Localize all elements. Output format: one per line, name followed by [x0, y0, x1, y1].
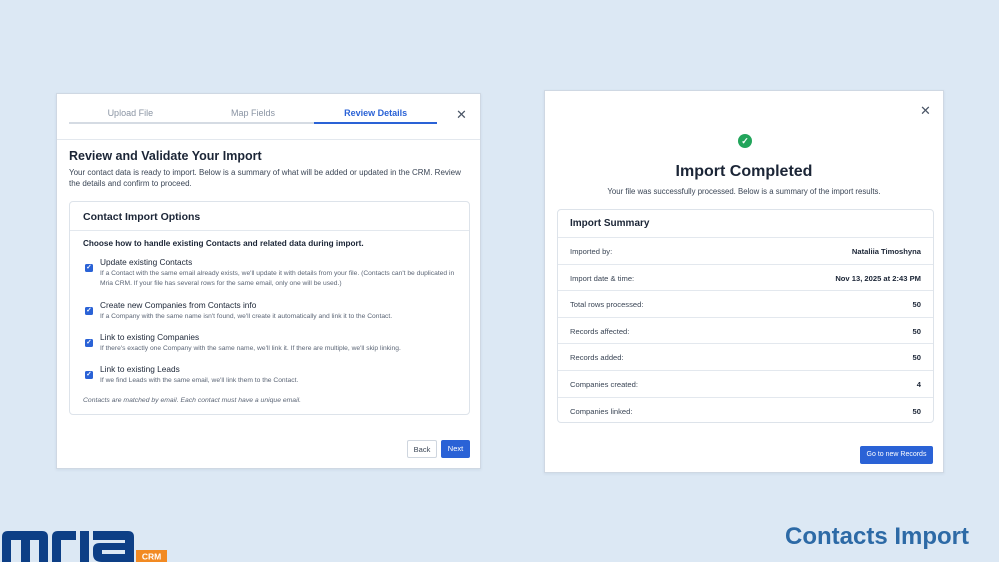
success-check-icon: ✓: [738, 134, 752, 148]
summary-value: Nataliia Timoshyna: [851, 247, 921, 256]
options-card-title: Contact Import Options: [83, 211, 201, 223]
option-label: Link to existing Leads: [100, 364, 180, 374]
import-summary-card: Import Summary Imported by: Nataliia Tim…: [557, 209, 934, 423]
option-label: Update existing Contacts: [100, 257, 193, 267]
tab-upload-file[interactable]: Upload File: [69, 102, 192, 124]
next-button[interactable]: Next: [441, 440, 470, 458]
page-description: Your contact data is ready to import. Be…: [69, 168, 461, 188]
summary-value: 50: [912, 406, 921, 416]
summary-row: Records affected: 50: [558, 316, 933, 344]
close-icon[interactable]: ✕: [920, 104, 931, 117]
summary-value: Nov 13, 2025 at 2:43 PM: [835, 273, 921, 283]
option-help: If there's exactly one Company with the …: [100, 345, 401, 352]
summary-value: 50: [912, 326, 921, 336]
completed-title: Import Completed: [675, 163, 813, 180]
option-help: If a Company with the same name isn't fo…: [100, 313, 393, 320]
page-title: Review and Validate Your Import: [69, 149, 262, 163]
summary-label: Companies linked:: [570, 406, 633, 416]
summary-label: Imported by:: [570, 247, 613, 256]
summary-label: Total rows processed:: [570, 300, 644, 310]
check-icon[interactable]: ✓: [85, 371, 93, 379]
summary-value: 50: [912, 353, 921, 363]
option-help: If we find Leads with the same email, we…: [100, 377, 299, 384]
options-subtitle: Choose how to handle existing Contacts a…: [83, 239, 364, 248]
footer-title: Contacts Import: [784, 523, 969, 550]
summary-row: Companies created: 4: [558, 370, 933, 397]
check-icon[interactable]: ✓: [85, 339, 93, 347]
summary-label: Records affected:: [570, 326, 630, 336]
option-help: If a Contact with the same email already…: [100, 270, 455, 287]
crm-badge-text: CRM: [142, 552, 161, 562]
stepper-tabs: Upload File Map Fields Review Details: [69, 102, 438, 124]
tab-map-fields[interactable]: Map Fields: [191, 102, 315, 124]
summary-value: 50: [912, 300, 921, 310]
import-completed-modal: ✕ ✓ Import Completed Your file was succe…: [544, 90, 944, 473]
summary-label: Records added:: [570, 353, 624, 363]
completed-description: Your file was successfully processed. Be…: [607, 187, 881, 196]
import-review-modal: Upload File Map Fields Review Details ✕ …: [56, 93, 481, 469]
summary-label: Import date & time:: [570, 273, 635, 283]
summary-row: Imported by: Nataliia Timoshyna: [558, 237, 933, 264]
option-label: Link to existing Companies: [100, 332, 200, 342]
summary-row: Companies linked: 50: [558, 396, 933, 424]
check-icon[interactable]: ✓: [85, 264, 93, 272]
summary-title: Import Summary: [570, 218, 650, 229]
tab-review-details[interactable]: Review Details: [314, 102, 438, 124]
back-button[interactable]: Back: [407, 440, 437, 458]
summary-label: Companies created:: [570, 380, 638, 389]
summary-row: Records added: 50: [558, 343, 933, 370]
go-to-new-records-button[interactable]: Go to new Records: [860, 446, 933, 464]
summary-row: Total rows processed: 50: [558, 290, 933, 317]
import-options-card: Contact Import Options Choose how to han…: [69, 201, 470, 415]
summary-row: Import date & time: Nov 13, 2025 at 2:43…: [558, 263, 933, 291]
options-divider: [70, 230, 469, 231]
mria-crm-logo: CRM: [2, 531, 167, 562]
summary-value: 4: [916, 380, 921, 389]
close-icon[interactable]: ✕: [456, 108, 467, 121]
options-note: Contacts are matched by email. Each cont…: [83, 397, 301, 404]
header-divider: [57, 139, 480, 140]
check-icon[interactable]: ✓: [85, 307, 93, 315]
option-label: Create new Companies from Contacts info: [100, 300, 257, 310]
